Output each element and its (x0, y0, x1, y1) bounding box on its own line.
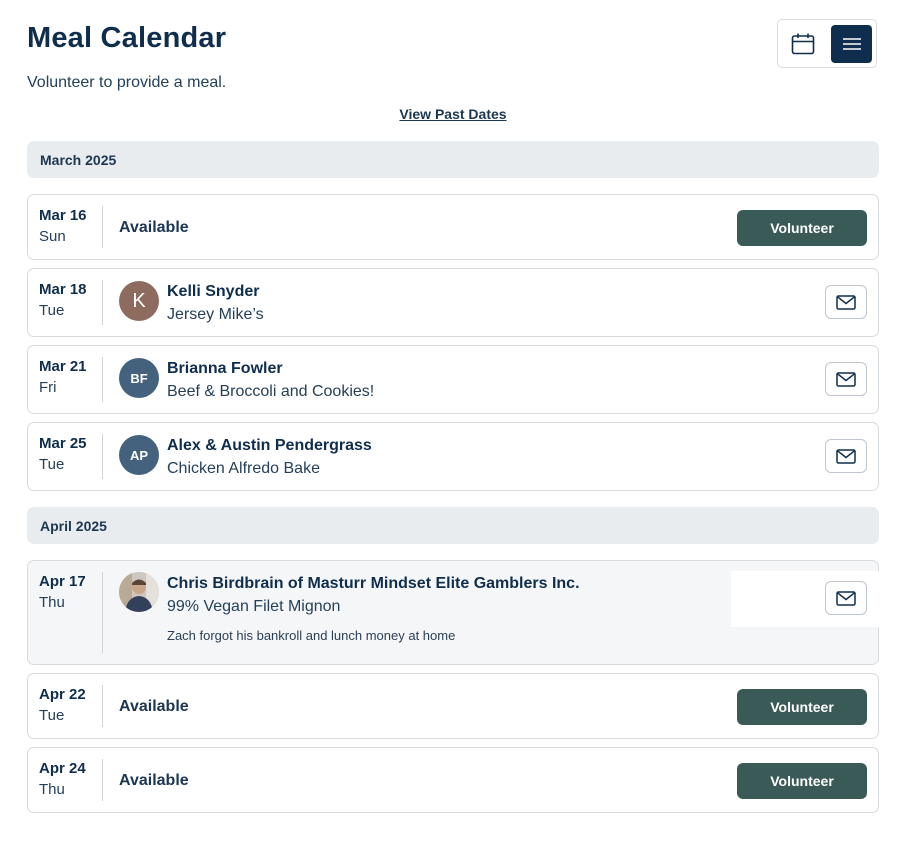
page-title: Meal Calendar (27, 22, 227, 54)
row-date: Mar 25 Tue (39, 435, 87, 473)
past-dates-link-wrap: View Past Dates (0, 106, 906, 124)
meal-row: Apr 17 Thu Chris Birdbrain of Masturr Mi… (27, 560, 879, 665)
mail-icon (836, 590, 856, 606)
calendar-view-button[interactable] (782, 25, 823, 63)
meal-note: Zach forgot his bankroll and lunch money… (167, 628, 456, 643)
email-button[interactable] (825, 285, 867, 319)
row-divider (102, 357, 103, 402)
row-divider (102, 759, 103, 801)
date-label: Mar 16 (39, 207, 87, 224)
meal-row: Apr 22 Tue Available Volunteer (27, 673, 879, 739)
row-divider (102, 572, 103, 653)
volunteer-name: Chris Birdbrain of Masturr Mindset Elite… (167, 575, 580, 592)
meal-name: Jersey Mike’s (167, 306, 264, 323)
volunteer-name: Kelli Snyder (167, 283, 260, 300)
meal-row: Mar 21 Fri BF Brianna Fowler Beef & Broc… (27, 345, 879, 414)
volunteer-button[interactable]: Volunteer (737, 763, 867, 799)
row-divider (102, 280, 103, 325)
menu-icon (842, 38, 861, 50)
weekday-label: Thu (39, 781, 65, 798)
email-button[interactable] (825, 439, 867, 473)
mail-icon (836, 371, 856, 387)
meal-row: Mar 18 Tue K Kelli Snyder Jersey Mike’s (27, 268, 879, 337)
volunteer-name: Alex & Austin Pendergrass (167, 437, 372, 454)
meal-row: Mar 16 Sun Available Volunteer (27, 194, 879, 260)
weekday-label: Tue (39, 302, 65, 319)
weekday-label: Tue (39, 456, 65, 473)
weekday-label: Tue (39, 707, 65, 724)
meal-row: Mar 25 Tue AP Alex & Austin Pendergrass … (27, 422, 879, 491)
view-past-dates-link[interactable]: View Past Dates (399, 106, 506, 122)
row-date: Apr 17 Thu (39, 573, 86, 611)
date-label: Apr 22 (39, 686, 86, 703)
date-label: Mar 18 (39, 281, 87, 298)
status-available: Available (119, 219, 189, 236)
meal-name: Beef & Broccoli and Cookies! (167, 383, 375, 400)
avatar: BF (119, 358, 159, 398)
row-divider (102, 685, 103, 727)
month-header: March 2025 (27, 141, 879, 178)
email-button[interactable] (825, 362, 867, 396)
view-toggle (777, 19, 877, 68)
row-date: Mar 16 Sun (39, 207, 87, 245)
status-available: Available (119, 772, 189, 789)
mail-icon (836, 448, 856, 464)
date-label: Apr 24 (39, 760, 86, 777)
page-subtitle: Volunteer to provide a meal. (27, 74, 227, 91)
list-view-button[interactable] (831, 25, 872, 63)
date-label: Mar 25 (39, 435, 87, 452)
volunteer-name: Brianna Fowler (167, 360, 283, 377)
row-divider (102, 434, 103, 479)
weekday-label: Sun (39, 228, 66, 245)
meal-row: Apr 24 Thu Available Volunteer (27, 747, 879, 813)
date-label: Mar 21 (39, 358, 87, 375)
email-button[interactable] (825, 581, 867, 615)
status-available: Available (119, 698, 189, 715)
avatar: AP (119, 435, 159, 475)
date-label: Apr 17 (39, 573, 86, 590)
row-date: Mar 18 Tue (39, 281, 87, 319)
mail-icon (836, 294, 856, 310)
meal-name: Chicken Alfredo Bake (167, 460, 320, 477)
row-date: Apr 24 Thu (39, 760, 86, 798)
volunteer-button[interactable]: Volunteer (737, 210, 867, 246)
volunteer-button[interactable]: Volunteer (737, 689, 867, 725)
avatar: K (119, 281, 159, 321)
profile-photo-icon (119, 572, 159, 612)
calendar-icon (791, 33, 814, 55)
row-divider (102, 206, 103, 248)
row-date: Mar 21 Fri (39, 358, 87, 396)
row-date: Apr 22 Tue (39, 686, 86, 724)
meal-name: 99% Vegan Filet Mignon (167, 598, 341, 615)
weekday-label: Thu (39, 594, 65, 611)
page-header: Meal Calendar Volunteer to provide a mea… (27, 22, 226, 92)
weekday-label: Fri (39, 379, 57, 396)
avatar (119, 572, 159, 612)
month-header: April 2025 (27, 507, 879, 544)
